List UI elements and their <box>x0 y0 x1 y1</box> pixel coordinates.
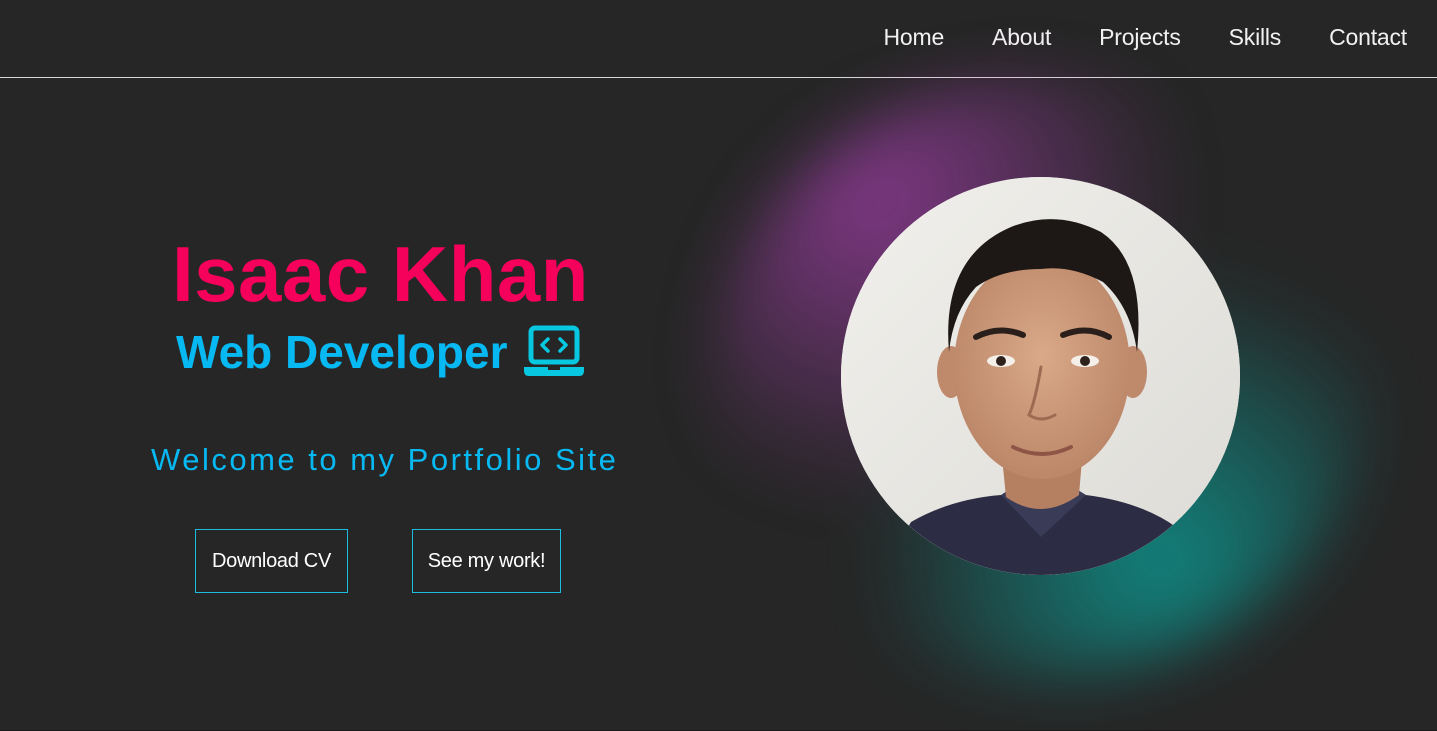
hero-role: Web Developer <box>176 322 585 382</box>
nav-item-home: Home <box>883 24 944 51</box>
nav-item-projects: Projects <box>1099 24 1181 51</box>
top-navbar: Home About Projects Skills Contact <box>0 0 1437 78</box>
hero-name: Isaac Khan <box>172 230 589 318</box>
laptop-code-icon <box>524 325 585 376</box>
nav-item-about: About <box>992 24 1051 51</box>
welcome-text: Welcome to my Portfolio Site <box>151 442 619 477</box>
portfolio-page: Home About Projects Skills Contact Isaac… <box>0 0 1437 731</box>
nav-links: Home About Projects Skills Contact <box>883 24 1407 51</box>
nav-link-home[interactable]: Home <box>883 24 944 50</box>
nav-link-contact[interactable]: Contact <box>1329 24 1407 50</box>
hero-role-text: Web Developer <box>176 326 508 378</box>
nav-item-skills: Skills <box>1229 24 1282 51</box>
nav-link-skills[interactable]: Skills <box>1229 24 1282 50</box>
profile-photo-illustration <box>841 177 1240 575</box>
nav-link-projects[interactable]: Projects <box>1099 24 1181 50</box>
nav-link-about[interactable]: About <box>992 24 1051 50</box>
profile-photo <box>841 177 1240 575</box>
download-cv-button[interactable]: Download CV <box>195 529 348 593</box>
nav-item-contact: Contact <box>1329 24 1407 51</box>
see-my-work-button[interactable]: See my work! <box>412 529 561 593</box>
